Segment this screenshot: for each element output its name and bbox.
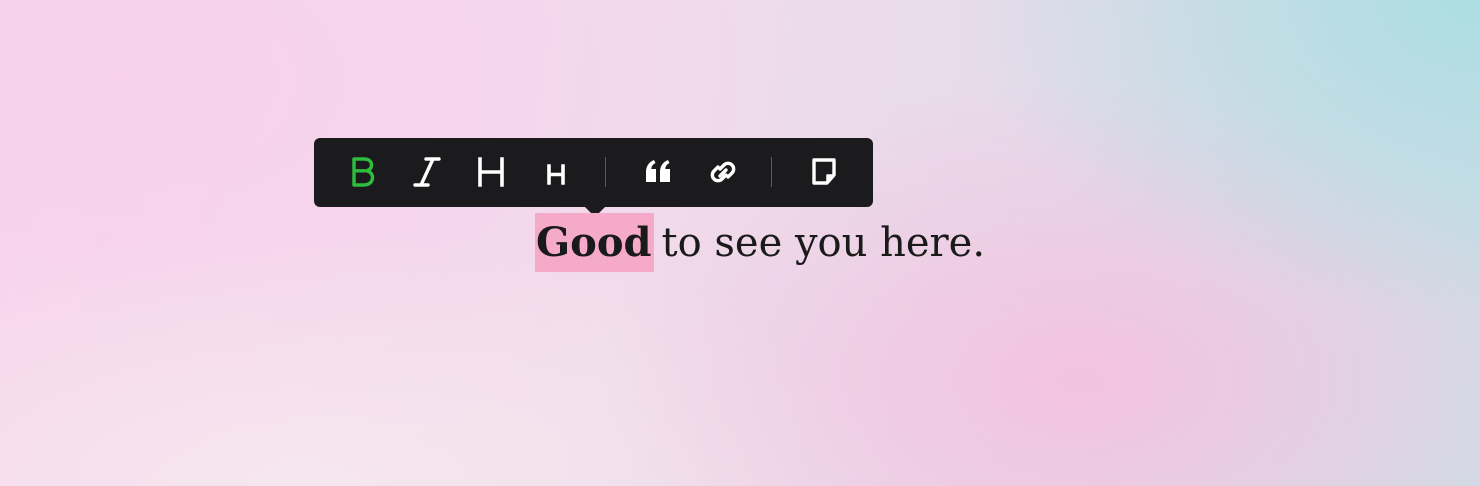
link-icon bbox=[710, 161, 736, 183]
bold-icon bbox=[352, 157, 375, 187]
quote-button[interactable] bbox=[638, 152, 678, 192]
link-button[interactable] bbox=[703, 152, 743, 192]
formatting-toolbar bbox=[314, 138, 873, 207]
italic-icon bbox=[413, 157, 441, 187]
heading-large-button[interactable] bbox=[471, 152, 511, 192]
editor-text-line[interactable]: Good to see you here. bbox=[535, 213, 985, 272]
note-button[interactable] bbox=[804, 152, 844, 192]
toolbar-separator bbox=[605, 157, 606, 187]
quote-icon bbox=[646, 160, 670, 182]
heading-small-button[interactable] bbox=[536, 152, 576, 192]
toolbar-separator bbox=[771, 157, 772, 187]
note-icon bbox=[812, 158, 836, 185]
selected-text[interactable]: Good bbox=[535, 213, 654, 272]
italic-button[interactable] bbox=[407, 152, 447, 192]
bold-button[interactable] bbox=[342, 152, 382, 192]
body-text[interactable]: to see you here. bbox=[662, 214, 986, 273]
heading-large-icon bbox=[478, 157, 504, 187]
heading-small-icon bbox=[547, 164, 565, 185]
